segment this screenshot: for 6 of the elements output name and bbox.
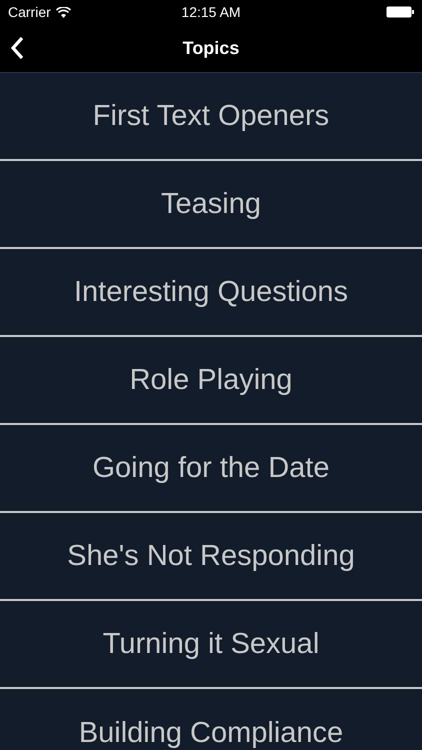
nav-title: Topics — [182, 38, 240, 58]
battery-icon — [386, 6, 414, 18]
time-label: 12:15 AM — [181, 4, 241, 20]
carrier-label: Carrier — [8, 4, 51, 20]
wifi-icon — [56, 6, 71, 18]
topic-item[interactable]: First Text Openers — [0, 72, 422, 161]
